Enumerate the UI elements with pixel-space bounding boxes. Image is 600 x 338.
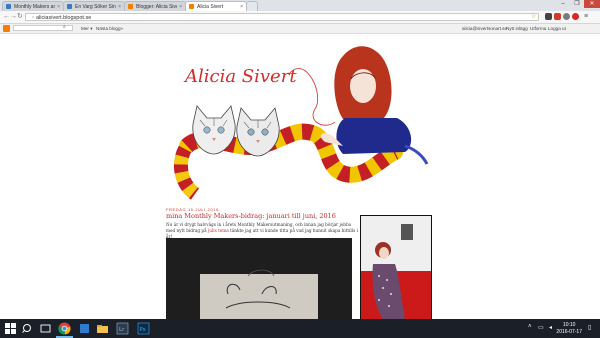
blogger-navbar: ⌕ Mer ▾ Nästa blogg» alicia@sivertsonart… — [0, 24, 600, 34]
new-tab-button[interactable] — [246, 1, 258, 11]
sign-out-link[interactable]: Logga ut — [548, 25, 566, 32]
bookmark-star-icon[interactable]: ☆ — [531, 13, 536, 21]
task-view-icon[interactable] — [39, 322, 52, 335]
page-favicon-icon — [6, 4, 11, 9]
edge-icon[interactable] — [78, 322, 91, 335]
search-icon[interactable]: ⌕ — [63, 24, 66, 31]
user-email[interactable]: alicia@sivertsonart.se — [462, 25, 507, 32]
close-window-icon[interactable]: ✕ — [584, 0, 600, 8]
tab-blogger-dashboard[interactable]: Blogger: Alicia Sivert × — [124, 1, 186, 11]
blog-logo: Alicia Sivert — [183, 66, 297, 87]
address-text: aliciasivert.blogspot.se — [35, 15, 92, 21]
close-tab-icon[interactable]: × — [57, 4, 60, 10]
tab-title: Monthly Makers arc — [14, 3, 56, 10]
forward-arrow-icon[interactable]: → — [10, 13, 17, 21]
svg-text:Ps: Ps — [140, 327, 146, 333]
clock-date: 2016-07-17 — [556, 329, 582, 335]
tab-monthly-makers[interactable]: Monthly Makers arc × — [2, 1, 64, 11]
network-icon[interactable]: ▭ — [538, 324, 544, 331]
profile-photo[interactable] — [360, 215, 432, 319]
page-info-icon[interactable]: ▫ — [32, 15, 34, 21]
post-image[interactable] — [166, 238, 352, 319]
extension-icon[interactable] — [563, 13, 570, 20]
embroidery-linen — [200, 274, 318, 319]
reload-icon[interactable]: ↻ — [17, 13, 23, 21]
lightroom-icon[interactable]: Lr — [116, 322, 129, 335]
blogger-favicon-icon — [128, 4, 133, 9]
tab-title: Alicia Sivert — [197, 3, 224, 10]
tab-strip: Monthly Makers arc × En Varg Söker Sin F… — [0, 0, 600, 11]
file-explorer-icon[interactable] — [96, 322, 109, 335]
artist-portrait-illustration — [320, 46, 429, 165]
taskbar-clock[interactable]: 10:10 2016-07-17 — [556, 322, 582, 336]
toolbar: ← → ↻ ▫ aliciasivert.blogspot.se ☆ ≡ — [0, 11, 600, 24]
theme-link[interactable]: julis tema — [208, 228, 229, 233]
address-bar[interactable]: ▫ aliciasivert.blogspot.se — [25, 13, 539, 21]
back-arrow-icon[interactable]: ← — [3, 13, 10, 21]
extension-icon[interactable] — [545, 13, 552, 20]
blog-page: Alicia Sivert FREDAG 15 JULI 2016 mina M… — [0, 34, 600, 319]
extension-badge-icon[interactable] — [554, 13, 561, 20]
photoshop-icon[interactable]: Ps — [137, 322, 150, 335]
tab-title: Blogger: Alicia Sivert — [136, 3, 177, 10]
system-tray-up-icon[interactable]: ˄ — [528, 324, 532, 330]
blogger-logo-icon[interactable] — [3, 25, 10, 32]
close-tab-icon[interactable]: × — [179, 4, 182, 10]
notifications-icon[interactable]: ▯ — [588, 324, 591, 331]
page-favicon-icon — [67, 4, 72, 9]
design-link[interactable]: Utforma — [530, 25, 546, 32]
start-menu-icon[interactable] — [4, 322, 17, 335]
maximize-icon[interactable]: ❐ — [570, 0, 584, 8]
blog-header-illustration[interactable]: Alicia Sivert — [165, 34, 435, 204]
more-menu[interactable]: Mer ▾ — [81, 25, 93, 32]
new-post-link[interactable]: Nytt inlägg — [506, 25, 528, 32]
pinterest-icon[interactable] — [572, 13, 579, 20]
chrome-icon[interactable] — [58, 322, 71, 335]
next-blog-link[interactable]: Nästa blogg» — [96, 25, 123, 32]
tab-en-varg[interactable]: En Varg Söker Sin Fl × — [63, 1, 125, 11]
tab-title: En Varg Söker Sin Fl — [75, 3, 116, 10]
windows-taskbar: Lr Ps ˄ ▭ ◂ 10:10 2016-07-17 ▯ — [0, 319, 600, 338]
close-tab-icon[interactable]: × — [118, 4, 121, 10]
tab-alicia-sivert[interactable]: Alicia Sivert × — [185, 1, 247, 11]
menu-icon[interactable]: ≡ — [584, 13, 588, 21]
blogger-favicon-icon — [189, 4, 194, 9]
post-title[interactable]: mina Monthly Makers-bidrag: januari till… — [166, 212, 336, 220]
volume-icon[interactable]: ◂ — [549, 324, 552, 331]
close-tab-icon[interactable]: × — [240, 4, 243, 10]
search-icon[interactable] — [21, 322, 34, 335]
svg-text:Lr: Lr — [119, 327, 125, 333]
clock-time: 10:10 — [562, 322, 576, 328]
minimize-icon[interactable]: – — [556, 0, 570, 8]
